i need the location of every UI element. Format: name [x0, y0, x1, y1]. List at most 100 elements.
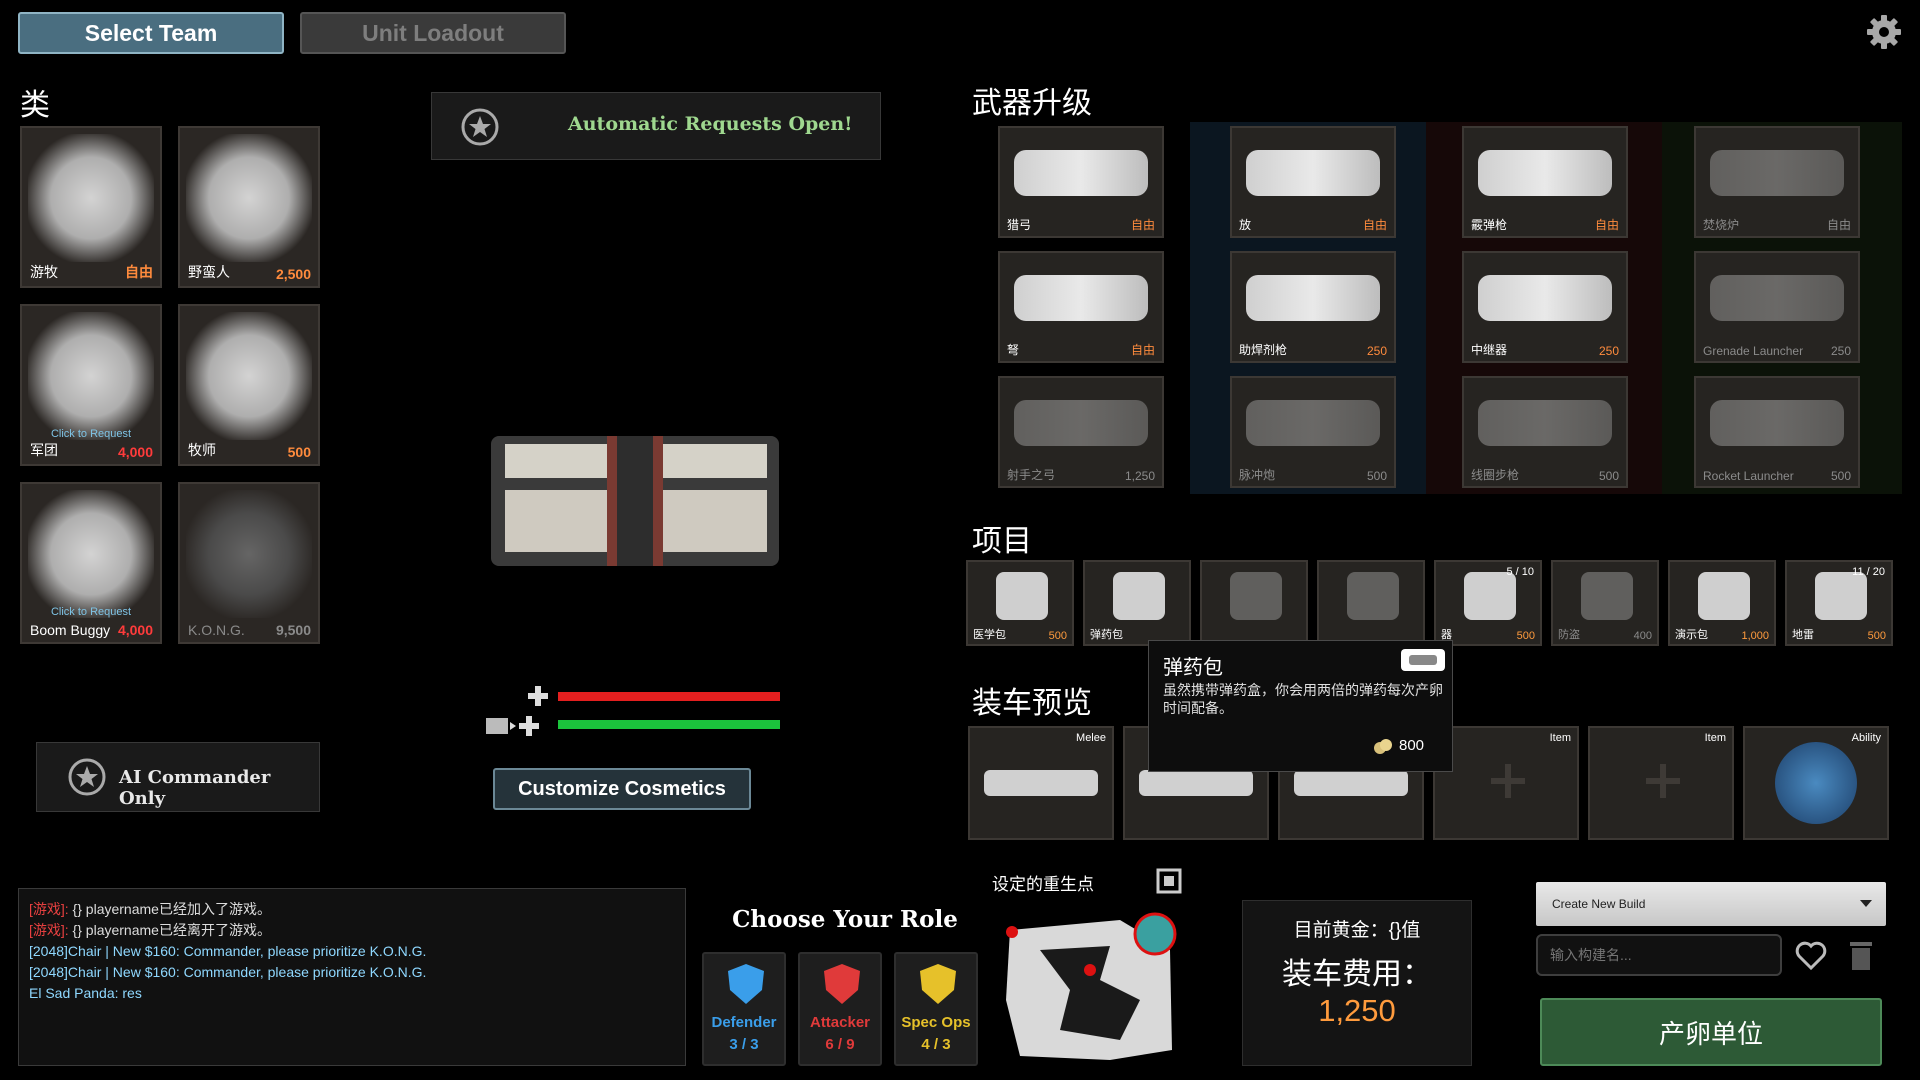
chat-line: [游戏]: {} playername已经加入了游戏。 [29, 899, 426, 920]
tab-unit-loadout[interactable]: Unit Loadout [300, 12, 566, 54]
class-card[interactable]: K.O.N.G. 9,500 [178, 482, 320, 644]
class-card[interactable]: 游牧 自由 [20, 126, 162, 288]
weapon-icon [1246, 150, 1380, 196]
weapon-name: 弩 [1007, 343, 1020, 357]
cost-panel: 目前黄金：{}值 装车费用： 1,250 [1242, 900, 1472, 1066]
chat-panel[interactable]: [游戏]: {} playername已经加入了游戏。 [游戏]: {} play… [18, 888, 686, 1066]
weapon-card[interactable]: 弩 自由 [998, 251, 1164, 363]
weapon-price: 自由 [1130, 343, 1155, 357]
customize-cosmetics-button[interactable]: Customize Cosmetics [493, 768, 751, 810]
chat-text: {} playername已经加入了游戏。 [68, 901, 271, 917]
weapon-card[interactable]: 霰弹枪 自由 [1462, 126, 1628, 238]
weapon-card[interactable]: 助焊剂枪 250 [1230, 251, 1396, 363]
class-name: K.O.N.G. [188, 622, 245, 638]
build-name-input[interactable] [1536, 934, 1782, 976]
role-option[interactable]: Spec Ops 4 / 3 [894, 952, 978, 1066]
plus-icon [527, 685, 549, 707]
trash-icon[interactable] [1846, 938, 1876, 972]
item-quantity: 5 / 10 [1506, 566, 1534, 578]
spawn-unit-button[interactable]: 产卵单位 [1540, 998, 1882, 1066]
class-card[interactable]: Click to Request Boom Buggy 4,000 [20, 482, 162, 644]
item-name: 弹药包 [1090, 629, 1123, 641]
weapon-icon [1246, 400, 1380, 446]
weapon-price: 自由 [1594, 218, 1619, 232]
item-icon [1347, 572, 1399, 620]
weapon-card[interactable]: 脉冲炮 500 [1230, 376, 1396, 488]
weapon-card[interactable]: Grenade Launcher 250 [1694, 251, 1860, 363]
tab-select-team[interactable]: Select Team [18, 12, 284, 54]
weapon-name: 焚烧炉 [1703, 218, 1740, 232]
loadout-slot[interactable]: Ability [1743, 726, 1889, 840]
item-card[interactable]: 医学包 500 [966, 560, 1074, 646]
weapon-card[interactable]: 猎弓 自由 [998, 126, 1164, 238]
ammo-pack-icon [1401, 649, 1445, 671]
role-count: 4 / 3 [921, 1036, 951, 1053]
class-portrait [186, 134, 312, 262]
chat-text: {} playername已经离开了游戏。 [68, 922, 271, 938]
class-portrait [186, 312, 312, 440]
class-name: 野蛮人 [188, 264, 230, 280]
weapon-card[interactable]: 放 自由 [1230, 126, 1396, 238]
heart-icon[interactable] [1794, 938, 1828, 972]
item-card[interactable]: 弹药包 [1083, 560, 1191, 646]
weapon-icon [1246, 275, 1380, 321]
empty-slot-plus-icon [1646, 764, 1680, 798]
class-name: 游牧 [30, 264, 58, 280]
loadout-item-icon [1294, 770, 1408, 796]
class-price: 自由 [125, 264, 153, 280]
chat-line: El Sad Panda: res [29, 983, 426, 1004]
weapon-price: 1,250 [1124, 469, 1155, 483]
weapon-price: 500 [1366, 469, 1387, 483]
weapon-name: 助焊剂枪 [1239, 343, 1288, 357]
loadout-slot[interactable]: Item [1433, 726, 1579, 840]
class-price: 4,000 [117, 622, 153, 638]
preview-title: 装车预览 [972, 686, 1092, 721]
item-icon [1230, 572, 1282, 620]
item-card[interactable] [1200, 560, 1308, 646]
class-price: 2,500 [275, 266, 311, 282]
weapon-card[interactable]: 中继器 250 [1462, 251, 1628, 363]
click-to-request-label: Click to Request [50, 428, 132, 440]
item-card[interactable]: 演示包 1,000 [1668, 560, 1776, 646]
item-card[interactable]: 5 / 10 器 500 [1434, 560, 1542, 646]
weapon-icon [1478, 400, 1612, 446]
choose-role-title: Choose Your Role [732, 906, 958, 933]
weapon-price: 500 [1598, 469, 1619, 483]
loadout-slot[interactable]: Melee [968, 726, 1114, 840]
class-price: 500 [287, 444, 311, 460]
gear-icon[interactable] [1864, 12, 1904, 52]
health-bar-green [558, 720, 780, 729]
weapon-card[interactable]: 射手之弓 1,250 [998, 376, 1164, 488]
item-card[interactable]: 11 / 20 地雷 500 [1785, 560, 1893, 646]
class-card[interactable]: 野蛮人 2,500 [178, 126, 320, 288]
item-icon [1464, 572, 1516, 620]
role-option[interactable]: Defender 3 / 3 [702, 952, 786, 1066]
role-option[interactable]: Attacker 6 / 9 [798, 952, 882, 1066]
weapon-icon [1710, 150, 1844, 196]
item-icon [1698, 572, 1750, 620]
loadout-slot[interactable]: Item [1588, 726, 1734, 840]
item-icon [1113, 572, 1165, 620]
weapon-card[interactable]: 线圈步枪 500 [1462, 376, 1628, 488]
minimap[interactable] [1000, 910, 1180, 1066]
weapon-card[interactable]: 焚烧炉 自由 [1694, 126, 1860, 238]
class-portrait [28, 312, 154, 440]
chat-line: [游戏]: {} playername已经离开了游戏。 [29, 920, 426, 941]
item-icon [996, 572, 1048, 620]
weapon-card[interactable]: Rocket Launcher 500 [1694, 376, 1860, 488]
weapon-icon [1478, 150, 1612, 196]
role-count: 6 / 9 [825, 1036, 855, 1053]
role-icon [724, 962, 768, 1006]
chat-prefix: [游戏]: [29, 901, 69, 917]
class-card[interactable]: 牧师 500 [178, 304, 320, 466]
expand-map-icon[interactable] [1156, 868, 1182, 894]
class-card[interactable]: Click to Request 军团 4,000 [20, 304, 162, 466]
weapon-name: 放 [1239, 218, 1252, 232]
tooltip-price: 800 [1399, 737, 1425, 754]
item-card[interactable]: 防盗 400 [1551, 560, 1659, 646]
role-icon [820, 962, 864, 1006]
class-portrait [186, 490, 312, 618]
build-select[interactable]: Create New Build [1536, 882, 1886, 926]
item-card[interactable] [1317, 560, 1425, 646]
tooltip-title: 弹药包 [1163, 657, 1223, 679]
